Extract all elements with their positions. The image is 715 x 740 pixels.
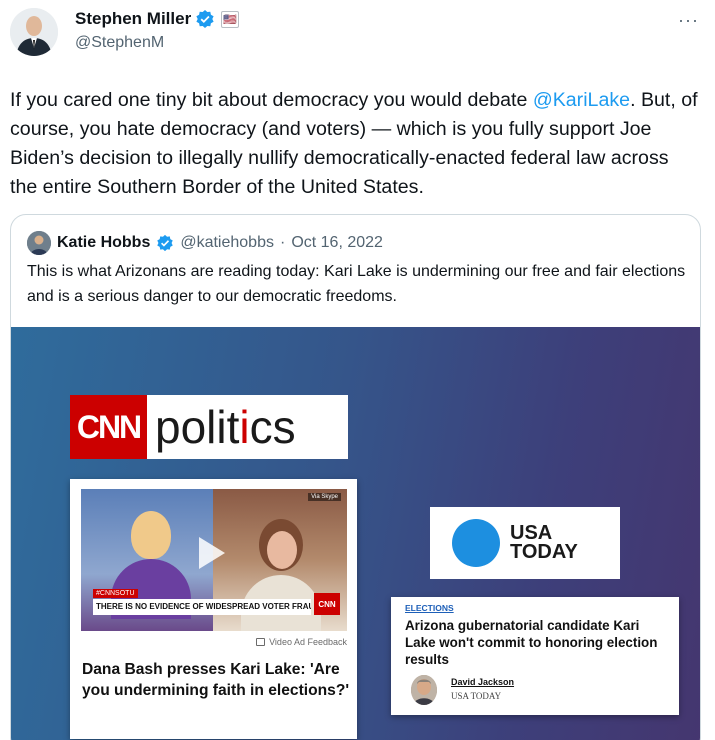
video-ad-feedback: Video Ad Feedback	[256, 637, 347, 647]
author-block: Stephen Miller 🇺🇸 @StephenM	[75, 8, 240, 52]
chyron-tag: #CNNSOTU	[93, 589, 138, 598]
cnn-video-thumbnail: Via Skype #CNNSOTU THERE IS NO EVIDENCE …	[81, 489, 347, 631]
chyron-text: THERE IS NO EVIDENCE OF WIDESPREAD VOTER…	[93, 599, 311, 615]
mention-link[interactable]: @KariLake	[533, 89, 630, 111]
cnn-logo-mark: CNN	[70, 395, 147, 459]
quote-separator: ·	[279, 234, 286, 251]
usa-headline: Arizona gubernatorial candidate Kari Lak…	[405, 618, 658, 667]
quote-header: Katie Hobbs @katiehobbs · Oct 16, 2022	[27, 231, 383, 255]
cnn-word-i: i	[239, 401, 250, 453]
quote-date: Oct 16, 2022	[291, 234, 383, 251]
tweet-text: If you cared one tiny bit about democrac…	[10, 86, 700, 202]
usa-word-line2: TODAY	[510, 541, 578, 563]
quote-text: This is what Arizonans are reading today…	[27, 263, 686, 305]
quoted-tweet[interactable]: Katie Hobbs @katiehobbs · Oct 16, 2022 T…	[10, 214, 701, 740]
cnn-bug: CNN	[314, 593, 340, 615]
usa-today-logo: USA TODAY	[430, 507, 620, 579]
video-location-label: Via Skype	[308, 493, 341, 501]
author-handle[interactable]: @StephenM	[75, 34, 239, 52]
quote-author-handle: @katiehobbs	[180, 234, 274, 251]
play-icon	[199, 537, 225, 569]
cnn-word-b: cs	[249, 401, 296, 453]
author-avatar[interactable]	[10, 8, 58, 56]
feedback-icon	[256, 638, 266, 646]
guest-face	[267, 531, 297, 569]
quote-author-avatar	[27, 231, 51, 255]
usa-today-article-card: ELECTIONS Arizona gubernatorial candidat…	[391, 597, 679, 715]
verified-badge-icon	[156, 234, 174, 252]
usa-today-wordmark: USA TODAY	[510, 523, 578, 563]
verified-badge-icon	[195, 9, 215, 29]
byline-name: David Jackson	[451, 677, 515, 687]
byline-photo	[411, 675, 437, 705]
flag-icon: 🇺🇸	[221, 10, 240, 28]
cnn-article-card: Via Skype #CNNSOTU THERE IS NO EVIDENCE …	[70, 479, 357, 739]
anchor-head	[131, 511, 171, 559]
quote-author-name: Katie Hobbs	[57, 234, 151, 251]
cnn-word-a: polit	[155, 401, 240, 453]
cnn-headline: Dana Bash presses Kari Lake: 'Are you un…	[82, 661, 350, 699]
tweet-text-part: If you cared one tiny bit about democrac…	[10, 89, 533, 111]
more-options-icon[interactable]: ···	[678, 10, 699, 31]
author-name[interactable]: Stephen Miller	[75, 9, 191, 29]
cnn-logo-word: politics	[155, 400, 296, 454]
usa-section-tag: ELECTIONS	[405, 603, 454, 613]
cnn-politics-logo: CNN politics	[70, 395, 348, 459]
byline-publication: USA TODAY	[451, 691, 502, 701]
quote-media-image[interactable]: CNN politics Via Skype #CNNSOTU THERE IS…	[11, 327, 700, 740]
feedback-label: Video Ad Feedback	[269, 637, 347, 647]
usa-today-dot	[452, 519, 500, 567]
